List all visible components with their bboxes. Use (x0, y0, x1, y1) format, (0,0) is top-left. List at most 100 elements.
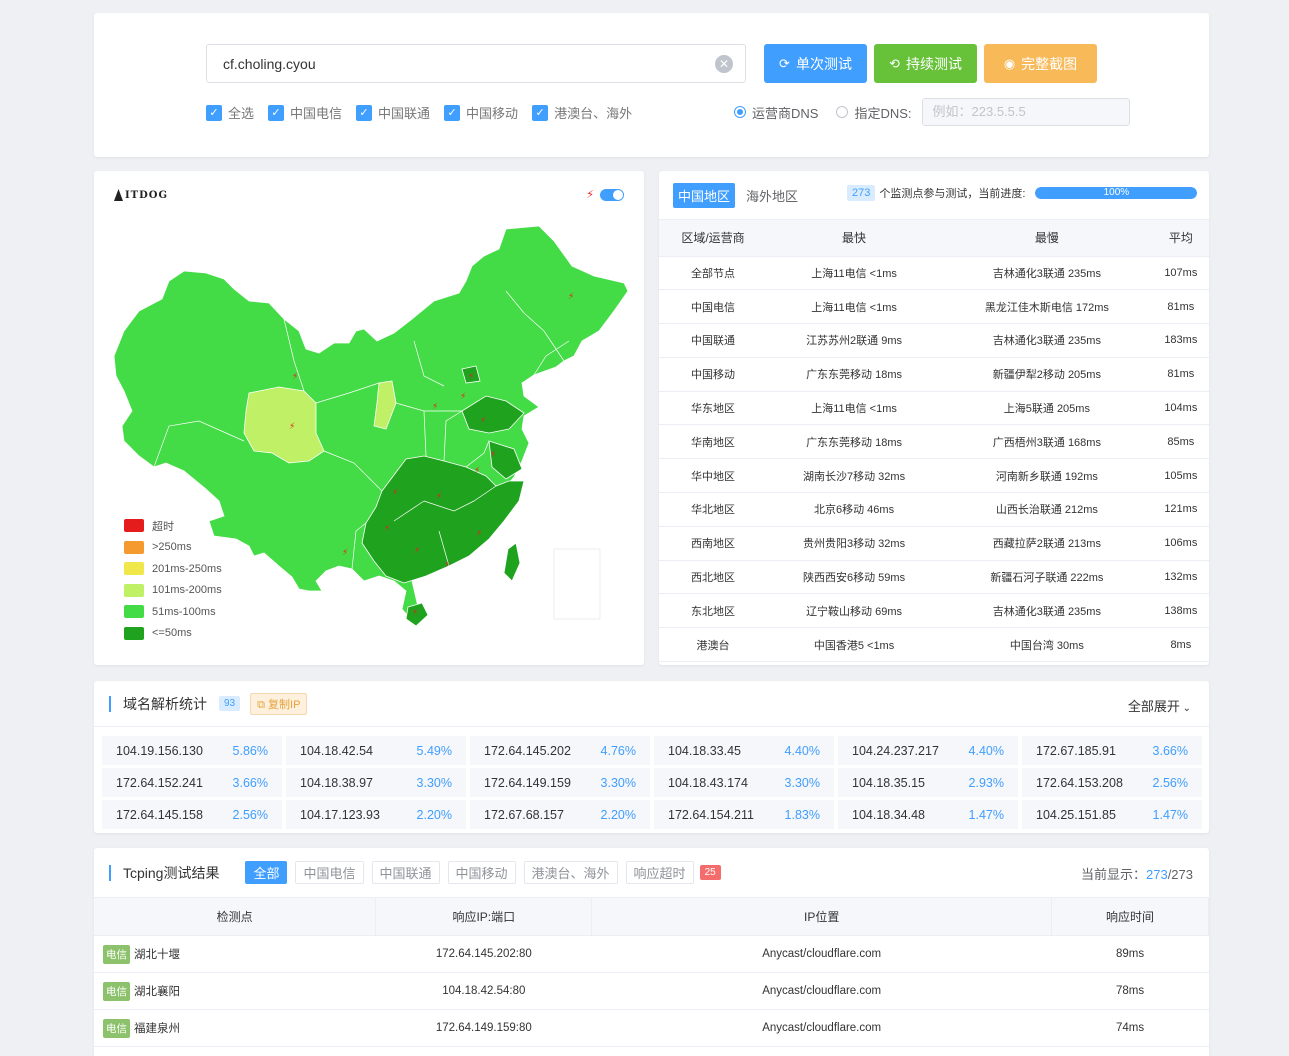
ip-cell[interactable]: 172.64.145.202 4.76% (470, 736, 650, 765)
dog-logo-icon (114, 189, 123, 201)
table-cell: 中国联通 (659, 323, 768, 358)
ip-cell[interactable]: 172.64.145.158 2.56% (102, 800, 282, 829)
table-cell: 上海5联通 205ms (941, 391, 1153, 426)
custom-dns-input[interactable]: 例如：223.5.5.5 (921, 98, 1130, 126)
ip-address: 104.25.151.85 (1036, 807, 1116, 822)
ip-cell[interactable]: 104.18.42.54 5.49% (286, 736, 466, 765)
table-cell: 上海11电信 <1ms (767, 391, 942, 426)
radio-isp-dns[interactable] (734, 106, 746, 118)
clear-icon[interactable]: ✕ (715, 55, 733, 73)
ip-cell[interactable]: 104.18.33.45 4.40% (654, 736, 834, 765)
legend-item: 超时 (124, 515, 222, 537)
check-mobile[interactable]: ✓ 中国移动 (444, 103, 518, 122)
filter-all[interactable]: 全部 (245, 861, 288, 884)
table-cell: 全部节点 (659, 256, 768, 291)
check-overseas[interactable]: ✓ 港澳台、海外 (532, 103, 632, 122)
table-cell: 107ms (1152, 256, 1209, 291)
ip-cell[interactable]: 104.18.38.97 3.30% (286, 768, 466, 797)
filter-mobile[interactable]: 中国移动 (447, 861, 516, 884)
table-row: 港澳台 中国香港5 <1ms 中国台湾 30ms 8ms (659, 627, 1209, 663)
table-cell: 华中地区 (659, 458, 768, 494)
ip-cell[interactable]: 172.64.153.208 2.56% (1022, 768, 1202, 797)
table-cell: 中国香港5 <1ms (767, 627, 942, 663)
ip-address: 172.64.149.159 (484, 775, 571, 790)
expand-all-button[interactable]: 全部展开 ⌄ (1128, 696, 1191, 715)
check-all[interactable]: ✓ 全选 (206, 103, 254, 122)
ip-cell[interactable]: 104.24.237.217 4.40% (838, 736, 1018, 765)
loop-icon: ⟲ (889, 55, 900, 71)
ip-cell[interactable]: 172.64.149.159 3.30% (470, 768, 650, 797)
checkbox-icon[interactable]: ✓ (206, 104, 222, 121)
table-cell: 新疆石河子联通 222ms (941, 560, 1153, 595)
table-row: 电信 湖北襄阳 104.18.42.54:80 Anycast/cloudflare.… (94, 972, 1209, 1010)
legend-label: 201ms-250ms (152, 562, 222, 575)
table-row: 中国移动 广东东莞移动 18ms 新疆伊犁2移动 205ms 81ms (659, 357, 1209, 392)
ip-cell[interactable]: 172.67.68.157 2.20% (470, 800, 650, 829)
domain-input[interactable]: cf.choling.cyou ✕ (206, 44, 746, 83)
stats-header: 中国地区 海外地区 273 个监测点参与测试，当前进度: 100% (659, 171, 1209, 220)
stats-panel: 中国地区 海外地区 273 个监测点参与测试，当前进度: 100% 区域/运营商… (659, 171, 1209, 665)
table-cell: 中国移动 (659, 357, 768, 392)
node-marker: ⚡ (436, 492, 442, 502)
tab-china[interactable]: 中国地区 (673, 182, 736, 208)
dns-count-badge: 93 (219, 696, 241, 711)
ip-cell[interactable]: 172.64.152.241 3.66% (102, 768, 282, 797)
checkbox-icon[interactable]: ✓ (356, 104, 373, 121)
domain-value: cf.choling.cyou (223, 55, 316, 72)
copy-ip-button[interactable]: ⧉ 复制IP (250, 692, 308, 715)
table-row: 东北地区 辽宁鞍山移动 69ms 吉林通化3联通 235ms 138ms (659, 593, 1209, 629)
screenshot-button[interactable]: ◉ 完整截图 (984, 44, 1097, 83)
stats-column-header: 平均 (1152, 220, 1209, 257)
ip-percentage: 4.40% (968, 743, 1004, 758)
single-test-button[interactable]: ⟳ 单次测试 (764, 44, 867, 83)
table-cell: 黑龙江佳木斯电信 172ms (941, 289, 1153, 325)
table-cell: 新疆伊犁2移动 205ms (941, 357, 1153, 392)
table-cell: 广西梧州3联通 168ms (941, 424, 1153, 460)
filter-unicom[interactable]: 中国联通 (371, 861, 440, 884)
ip-cell[interactable]: 172.67.185.91 3.66% (1022, 736, 1202, 765)
node-marker: ⚡ (474, 466, 480, 476)
checkbox-icon[interactable]: ✓ (268, 104, 285, 121)
ip-cell[interactable]: 104.17.123.93 2.20% (286, 800, 466, 829)
table-cell (1051, 1046, 1209, 1056)
table-cell: 山西长治联通 212ms (941, 492, 1153, 527)
ip-cell[interactable]: 104.18.34.48 1.47% (838, 800, 1018, 829)
table-cell: 江苏苏州2联通 9ms (767, 323, 942, 358)
table-cell: 广东东莞移动 18ms (767, 424, 942, 460)
checkbox-icon[interactable]: ✓ (532, 104, 549, 121)
ip-cell[interactable]: 172.64.154.211 1.83% (654, 800, 834, 829)
marker-toggle[interactable]: ⚡ (586, 188, 624, 201)
ip-cell[interactable]: 104.19.156.130 5.86% (102, 736, 282, 765)
table-cell: 吉林通化3联通 235ms (941, 323, 1153, 358)
table-cell: 105ms (1152, 458, 1209, 494)
table-cell: 132ms (1152, 560, 1209, 595)
table-cell: 西藏拉萨2联通 213ms (941, 526, 1153, 561)
tab-overseas[interactable]: 海外地区 (741, 183, 803, 208)
stats-column-header: 最慢 (941, 220, 1153, 257)
check-telecom[interactable]: ✓ 中国电信 (268, 103, 342, 122)
table-cell: 北京6移动 46ms (767, 492, 942, 527)
ip-cell[interactable]: 104.18.35.15 2.93% (838, 768, 1018, 797)
ip-address: 172.64.153.208 (1036, 775, 1123, 790)
single-test-label: 单次测试 (795, 55, 852, 72)
continuous-test-label: 持续测试 (905, 55, 962, 72)
ip-percentage: 3.66% (1152, 743, 1188, 758)
radio-custom-dns[interactable] (836, 106, 849, 118)
filter-overseas[interactable]: 港澳台、海外 (523, 861, 618, 884)
node-marker: ⚡ (476, 529, 482, 539)
ip-cell[interactable]: 104.18.43.174 3.30% (654, 768, 834, 797)
tcping-panel: Tcping测试结果 全部 中国电信 中国联通 中国移动 港澳台、海外 响应超时… (94, 848, 1209, 1056)
ip-percentage: 5.86% (232, 743, 268, 758)
continuous-test-button[interactable]: ⟲ 持续测试 (874, 44, 977, 83)
check-unicom[interactable]: ✓ 中国联通 (356, 103, 430, 122)
filter-telecom[interactable]: 中国电信 (295, 861, 364, 884)
tcping-column-header: 检测点 (94, 897, 377, 936)
filter-timeout[interactable]: 响应超时 (625, 861, 694, 884)
ip-address: 104.18.43.174 (668, 775, 748, 790)
toggle-switch[interactable] (600, 188, 624, 201)
checkbox-icon[interactable]: ✓ (444, 104, 461, 121)
legend-swatch (124, 626, 144, 640)
table-row: 华中地区 湖南长沙7移动 32ms 河南新乡联通 192ms 105ms (659, 458, 1209, 494)
ip-cell[interactable]: 104.25.151.85 1.47% (1022, 800, 1202, 829)
ip-percentage: 3.30% (784, 775, 820, 790)
